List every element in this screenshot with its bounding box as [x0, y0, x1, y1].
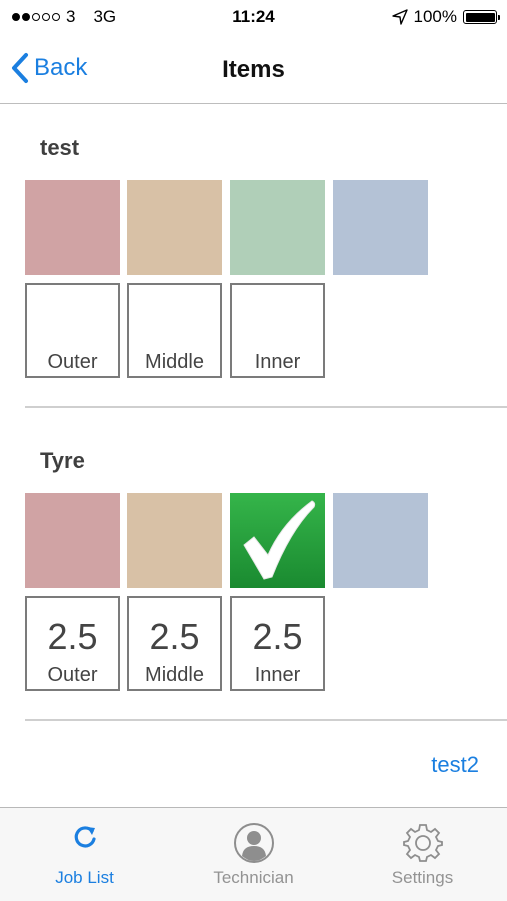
color-swatch-red[interactable] [25, 493, 120, 588]
cell-label: Outer [47, 664, 98, 686]
tab-technician[interactable]: Technician [169, 808, 338, 901]
next-item-link[interactable]: test2 [431, 752, 479, 778]
cell-value: 2.5 [252, 616, 303, 657]
cell-inner[interactable]: Inner [230, 283, 325, 378]
section-title-test: test [40, 135, 80, 160]
cell-label: Outer [47, 351, 98, 373]
color-swatch-tan[interactable] [127, 180, 222, 275]
cell-outer[interactable]: 2.5 Outer [25, 596, 120, 691]
battery-percent: 100% [413, 7, 457, 26]
back-button[interactable]: Back [10, 52, 87, 84]
battery-icon [463, 10, 500, 24]
chevron-left-icon [12, 53, 28, 83]
cell-middle[interactable]: 2.5 Middle [127, 596, 222, 691]
color-swatch-blue[interactable] [333, 493, 428, 588]
tab-job-list[interactable]: Job List [0, 808, 169, 901]
location-arrow-icon [391, 9, 408, 25]
color-swatch-green[interactable] [230, 180, 325, 275]
tab-label: Job List [55, 868, 114, 887]
section-divider [25, 719, 507, 721]
tab-settings[interactable]: Settings [338, 808, 507, 901]
cell-label: Inner [254, 664, 301, 686]
checkmark-icon [243, 500, 316, 580]
navigation-bar: Items Back [0, 36, 507, 104]
cell-value: 2.5 [47, 616, 98, 657]
tab-label: Technician [213, 868, 294, 887]
cell-value: 2.5 [149, 616, 200, 657]
tab-label: Settings [391, 868, 454, 887]
cell-label: Inner [254, 351, 301, 373]
color-swatch-blue[interactable] [333, 180, 428, 275]
refresh-icon [74, 826, 96, 848]
cell-label: Middle [145, 351, 204, 373]
gear-icon [402, 824, 443, 862]
cell-outer[interactable]: Outer [25, 283, 120, 378]
color-swatch-green-selected[interactable] [230, 493, 325, 588]
cell-middle[interactable]: Middle [127, 283, 222, 378]
section-divider [25, 406, 507, 408]
back-button-label: Back [34, 54, 88, 81]
color-swatch-red[interactable] [25, 180, 120, 275]
cell-label: Middle [145, 664, 204, 686]
person-icon [233, 823, 274, 863]
status-bar: 3 3G 11:24 100% [0, 0, 507, 36]
tab-bar: Job List Technician Settings [0, 807, 507, 901]
section-title-tyre: Tyre [40, 448, 85, 473]
color-swatch-tan[interactable] [127, 493, 222, 588]
cell-inner[interactable]: 2.5 Inner [230, 596, 325, 691]
status-right: 100% [391, 7, 500, 27]
